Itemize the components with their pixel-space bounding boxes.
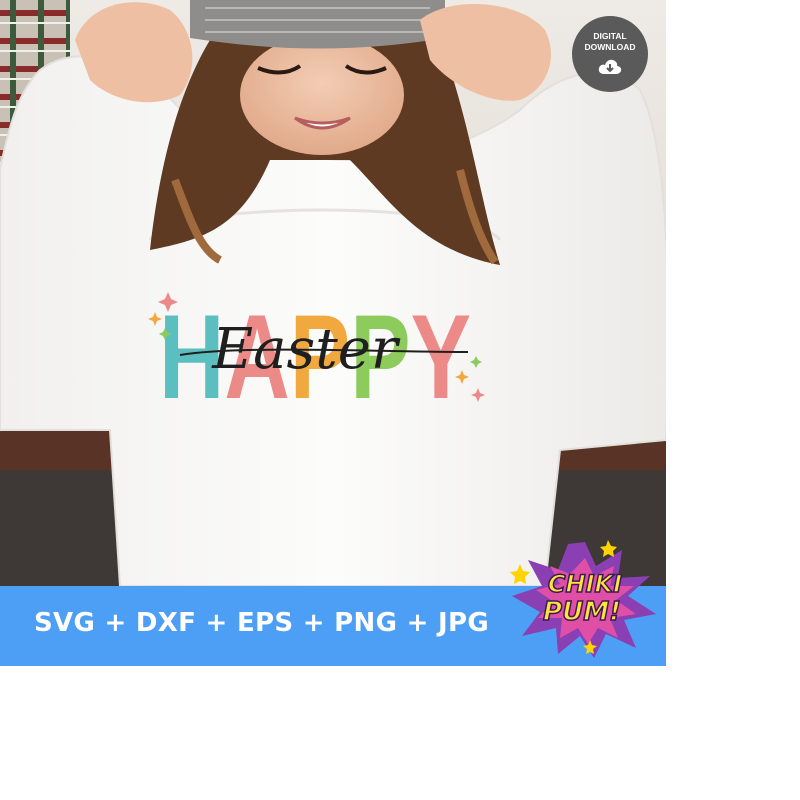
cloud-download-icon: [598, 59, 622, 74]
model-photo: HAPPY Easter: [0, 0, 666, 586]
letter-y: Y: [411, 290, 471, 424]
chikipum-logo: CHIKI PUM!: [510, 540, 656, 658]
badge-line-2: DOWNLOAD: [584, 42, 636, 52]
digital-download-badge: DIGITAL DOWNLOAD: [572, 16, 648, 92]
star-icon: [600, 540, 617, 557]
logo-line-1: CHIKI: [548, 570, 622, 598]
logo-line-2: PUM!: [543, 597, 621, 627]
face: [240, 35, 404, 155]
happy-easter-print: HAPPY Easter: [148, 290, 485, 424]
badge-line-1: DIGITAL: [593, 31, 627, 41]
file-formats-text: SVG + DXF + EPS + PNG + JPG: [34, 608, 490, 638]
product-image: HAPPY Easter DIGITAL DOWNLOAD SVG + DXF …: [0, 0, 666, 666]
star-icon: [510, 564, 530, 584]
